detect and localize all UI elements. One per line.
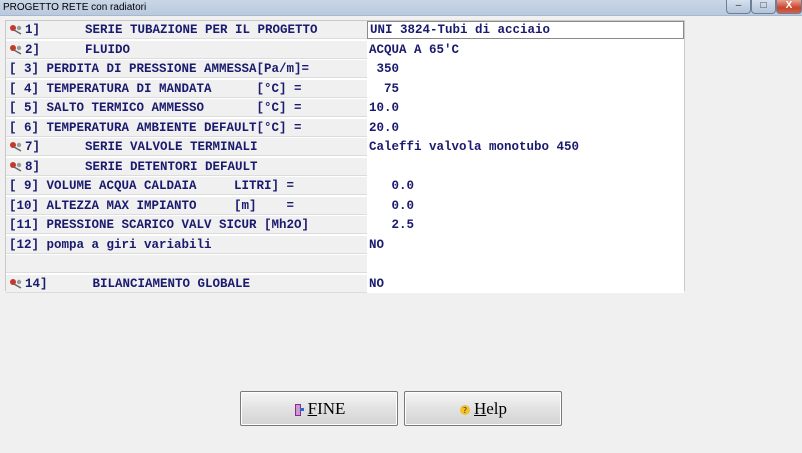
parameter-label[interactable]: 2] FLUIDO (6, 40, 367, 59)
window-title: PROGETTO RETE con radiatori (3, 2, 147, 13)
parameter-value[interactable]: 350 (367, 60, 684, 78)
parameter-value[interactable]: 75 (367, 79, 684, 98)
parameter-label[interactable]: [11] PRESSIONE SCARICO VALV SICUR [Mh2O] (6, 216, 367, 234)
help-icon: ? (459, 402, 471, 416)
parameter-row[interactable]: 1] SERIE TUBAZIONE PER IL PROGETTO UNI 38… (6, 21, 684, 41)
parameter-label[interactable]: 8] SERIE DETENTORI DEFAULT (6, 157, 367, 176)
parameter-row[interactable]: [ 9] VOLUME ACQUA CALDAIA LITRI] = 0.0 (6, 177, 684, 197)
parameter-value[interactable]: UNI 3824-Tubi di acciaio (367, 21, 684, 39)
parameter-row[interactable]: 14] BILANCIAMENTO GLOBALE NO (6, 274, 684, 295)
fine-label: INE (317, 398, 346, 418)
parameter-label[interactable]: [ 6] TEMPERATURA AMBIENTE DEFAULT[°C] = (6, 118, 367, 137)
exit-door-icon (293, 402, 305, 416)
parameter-value[interactable]: NO (367, 274, 684, 293)
maximize-button[interactable]: □ (751, 0, 776, 14)
parameter-label-text: 8] SERIE DETENTORI DEFAULT (25, 159, 258, 174)
parameter-label[interactable]: [ 3] PERDITA DI PRESSIONE AMMESSA[Pa/m]= (6, 60, 367, 78)
title-bar: PROGETTO RETE con radiatori – □ X (0, 0, 802, 16)
parameter-label[interactable]: [ 5] SALTO TERMICO AMMESSO [°C] = (6, 99, 367, 117)
parameter-value[interactable]: 2.5 (367, 216, 684, 234)
parameters-grid: 1] SERIE TUBAZIONE PER IL PROGETTO UNI 38… (5, 20, 685, 293)
svg-text:?: ? (463, 406, 467, 415)
fine-accel: F (307, 398, 318, 418)
pin-icon (9, 278, 23, 290)
pin-icon (9, 44, 23, 56)
parameter-value[interactable]: NO (367, 235, 684, 254)
parameter-label-text: 7] SERIE VALVOLE TERMINALI (25, 140, 258, 154)
minimize-button[interactable]: – (726, 0, 751, 14)
parameter-value[interactable] (367, 255, 684, 273)
dialog-body: 1] SERIE TUBAZIONE PER IL PROGETTO UNI 38… (1, 16, 801, 452)
parameter-label[interactable]: [ 9] VOLUME ACQUA CALDAIA LITRI] = (6, 177, 367, 195)
pin-icon (9, 141, 23, 153)
parameter-label[interactable]: [ 4] TEMPERATURA DI MANDATA [°C] = (6, 79, 367, 98)
parameter-label-text: 2] FLUIDO (25, 42, 131, 57)
parameter-value[interactable]: 0.0 (367, 196, 684, 215)
parameter-row[interactable]: [ 6] TEMPERATURA AMBIENTE DEFAULT[°C] = 2… (6, 118, 684, 139)
fine-button[interactable]: FINE (240, 391, 398, 426)
pin-icon (9, 161, 23, 173)
parameter-row[interactable]: [ 5] SALTO TERMICO AMMESSO [°C] = 10.0 (6, 99, 684, 119)
pin-icon (9, 24, 23, 36)
close-button[interactable]: X (776, 0, 802, 14)
parameter-label-text: 1] SERIE TUBAZIONE PER IL PROGETTO (25, 23, 318, 37)
parameter-value[interactable]: 10.0 (367, 99, 684, 117)
parameter-value[interactable]: ACQUA A 65'C (367, 40, 684, 59)
parameter-value[interactable]: Caleffi valvola monotubo 450 (367, 138, 684, 156)
parameter-label[interactable]: [10] ALTEZZA MAX IMPIANTO [m] = (6, 196, 367, 215)
parameter-row[interactable]: [ 4] TEMPERATURA DI MANDATA [°C] = 75 (6, 79, 684, 100)
parameter-row[interactable]: [10] ALTEZZA MAX IMPIANTO [m] = 0.0 (6, 196, 684, 217)
parameter-label[interactable]: 14] BILANCIAMENTO GLOBALE (6, 274, 367, 293)
parameter-row[interactable]: [12] pompa a giri variabili NO (6, 235, 684, 256)
parameter-label-text: 14] BILANCIAMENTO GLOBALE (25, 276, 251, 291)
parameter-row[interactable]: [ 3] PERDITA DI PRESSIONE AMMESSA[Pa/m]=… (6, 60, 684, 80)
parameter-label[interactable]: 1] SERIE TUBAZIONE PER IL PROGETTO (6, 21, 367, 39)
help-label: elp (486, 398, 508, 418)
parameter-row[interactable]: 2] FLUIDO ACQUA A 65'C (6, 40, 684, 61)
parameter-value[interactable] (367, 157, 684, 176)
parameter-label[interactable]: 7] SERIE VALVOLE TERMINALI (6, 138, 367, 156)
parameter-label[interactable] (6, 255, 367, 273)
parameter-row[interactable]: 8] SERIE DETENTORI DEFAULT (6, 157, 684, 178)
help-button[interactable]: ? Help (404, 391, 562, 426)
parameter-row[interactable]: 7] SERIE VALVOLE TERMINALI Caleffi valvol… (6, 138, 684, 158)
parameter-row[interactable]: [11] PRESSIONE SCARICO VALV SICUR [Mh2O]… (6, 216, 684, 236)
parameter-label[interactable]: [12] pompa a giri variabili (6, 235, 367, 254)
parameter-value[interactable]: 20.0 (367, 118, 684, 137)
parameter-value[interactable]: 0.0 (367, 177, 684, 195)
help-accel: H (473, 398, 487, 418)
parameter-row[interactable] (6, 255, 684, 275)
